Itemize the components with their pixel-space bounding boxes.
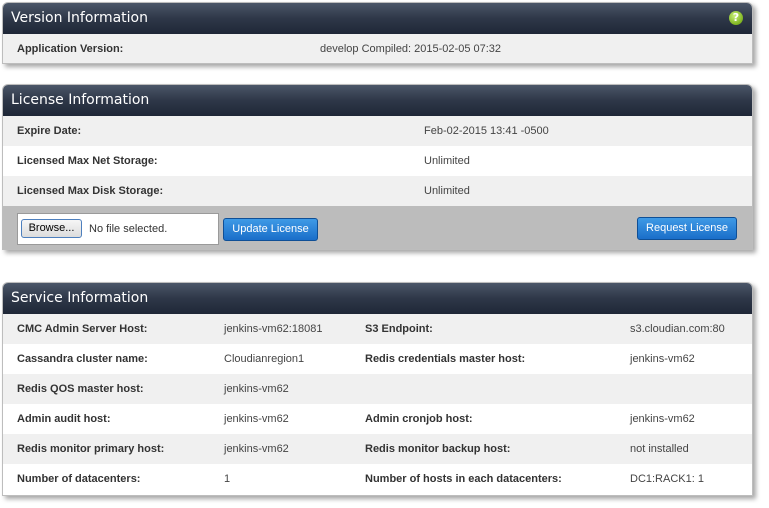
- service-value: jenkins-vm62: [224, 413, 289, 425]
- app-version-row: Application Version: develop Compiled: 2…: [3, 34, 752, 63]
- app-version-label: Application Version:: [17, 43, 124, 55]
- update-license-button[interactable]: Update License: [223, 218, 318, 241]
- service-value: jenkins-vm62:18081: [224, 323, 323, 335]
- version-info-panel: Version Information ? Application Versio…: [2, 2, 753, 64]
- service-label: Cassandra cluster name:: [17, 353, 148, 365]
- max-disk-storage-label: Licensed Max Disk Storage:: [17, 185, 164, 197]
- service-label: Redis monitor primary host:: [17, 443, 165, 455]
- service-row: Number of datacenters: 1 Number of hosts…: [3, 464, 752, 494]
- service-row: Cassandra cluster name: Cloudianregion1 …: [3, 344, 752, 374]
- request-license-button[interactable]: Request License: [637, 217, 737, 240]
- service-value: s3.cloudian.com:80: [630, 323, 725, 335]
- service-label: Redis QOS master host:: [17, 383, 144, 395]
- service-value: not installed: [630, 443, 689, 455]
- license-info-header: License Information: [3, 85, 752, 116]
- expire-date-value: Feb-02-2015 13:41 -0500: [424, 125, 549, 137]
- license-row: Licensed Max Disk Storage: Unlimited: [3, 176, 752, 206]
- service-info-panel: Service Information CMC Admin Server Hos…: [2, 282, 753, 496]
- license-info-title: License Information: [11, 92, 150, 108]
- service-row: Redis monitor primary host: jenkins-vm62…: [3, 434, 752, 464]
- service-value: jenkins-vm62: [630, 413, 695, 425]
- expire-date-label: Expire Date:: [17, 125, 82, 137]
- service-label: Redis monitor backup host:: [365, 443, 511, 455]
- service-label: CMC Admin Server Host:: [17, 323, 148, 335]
- service-row: Redis QOS master host: jenkins-vm62: [3, 374, 752, 404]
- service-value: 1: [224, 473, 231, 485]
- service-info-header: Service Information: [3, 283, 752, 314]
- browse-button[interactable]: Browse...: [21, 219, 82, 238]
- max-net-storage-value: Unlimited: [424, 155, 470, 167]
- service-label: Redis credentials master host:: [365, 353, 526, 365]
- service-value: jenkins-vm62: [224, 443, 289, 455]
- license-file-input[interactable]: Browse... No file selected.: [17, 213, 219, 245]
- license-row: Licensed Max Net Storage: Unlimited: [3, 146, 752, 176]
- service-info-title: Service Information: [11, 290, 149, 306]
- max-net-storage-label: Licensed Max Net Storage:: [17, 155, 158, 167]
- app-version-value: develop Compiled: 2015-02-05 07:32: [320, 43, 502, 55]
- license-info-panel: License Information Expire Date: Feb-02-…: [2, 84, 753, 250]
- service-label: Number of datacenters:: [17, 473, 141, 485]
- max-disk-storage-value: Unlimited: [424, 185, 470, 197]
- license-actions-bar: Browse... No file selected. Update Licen…: [3, 206, 752, 249]
- service-row: Admin audit host: jenkins-vm62 Admin cro…: [3, 404, 752, 434]
- help-icon[interactable]: ?: [729, 11, 743, 25]
- service-label: Number of hosts in each datacenters:: [365, 473, 562, 485]
- service-value: jenkins-vm62: [630, 353, 695, 365]
- service-value: DC1:RACK1: 1: [630, 473, 704, 485]
- service-label: Admin cronjob host:: [365, 413, 473, 425]
- service-row: CMC Admin Server Host: jenkins-vm62:1808…: [3, 314, 752, 344]
- file-status-text: No file selected.: [89, 223, 168, 235]
- version-info-header: Version Information ?: [3, 3, 752, 34]
- service-value: Cloudianregion1: [224, 353, 305, 365]
- service-label: S3 Endpoint:: [365, 323, 433, 335]
- license-row: Expire Date: Feb-02-2015 13:41 -0500: [3, 116, 752, 146]
- service-value: jenkins-vm62: [224, 383, 289, 395]
- service-label: Admin audit host:: [17, 413, 111, 425]
- version-info-title: Version Information: [11, 10, 148, 26]
